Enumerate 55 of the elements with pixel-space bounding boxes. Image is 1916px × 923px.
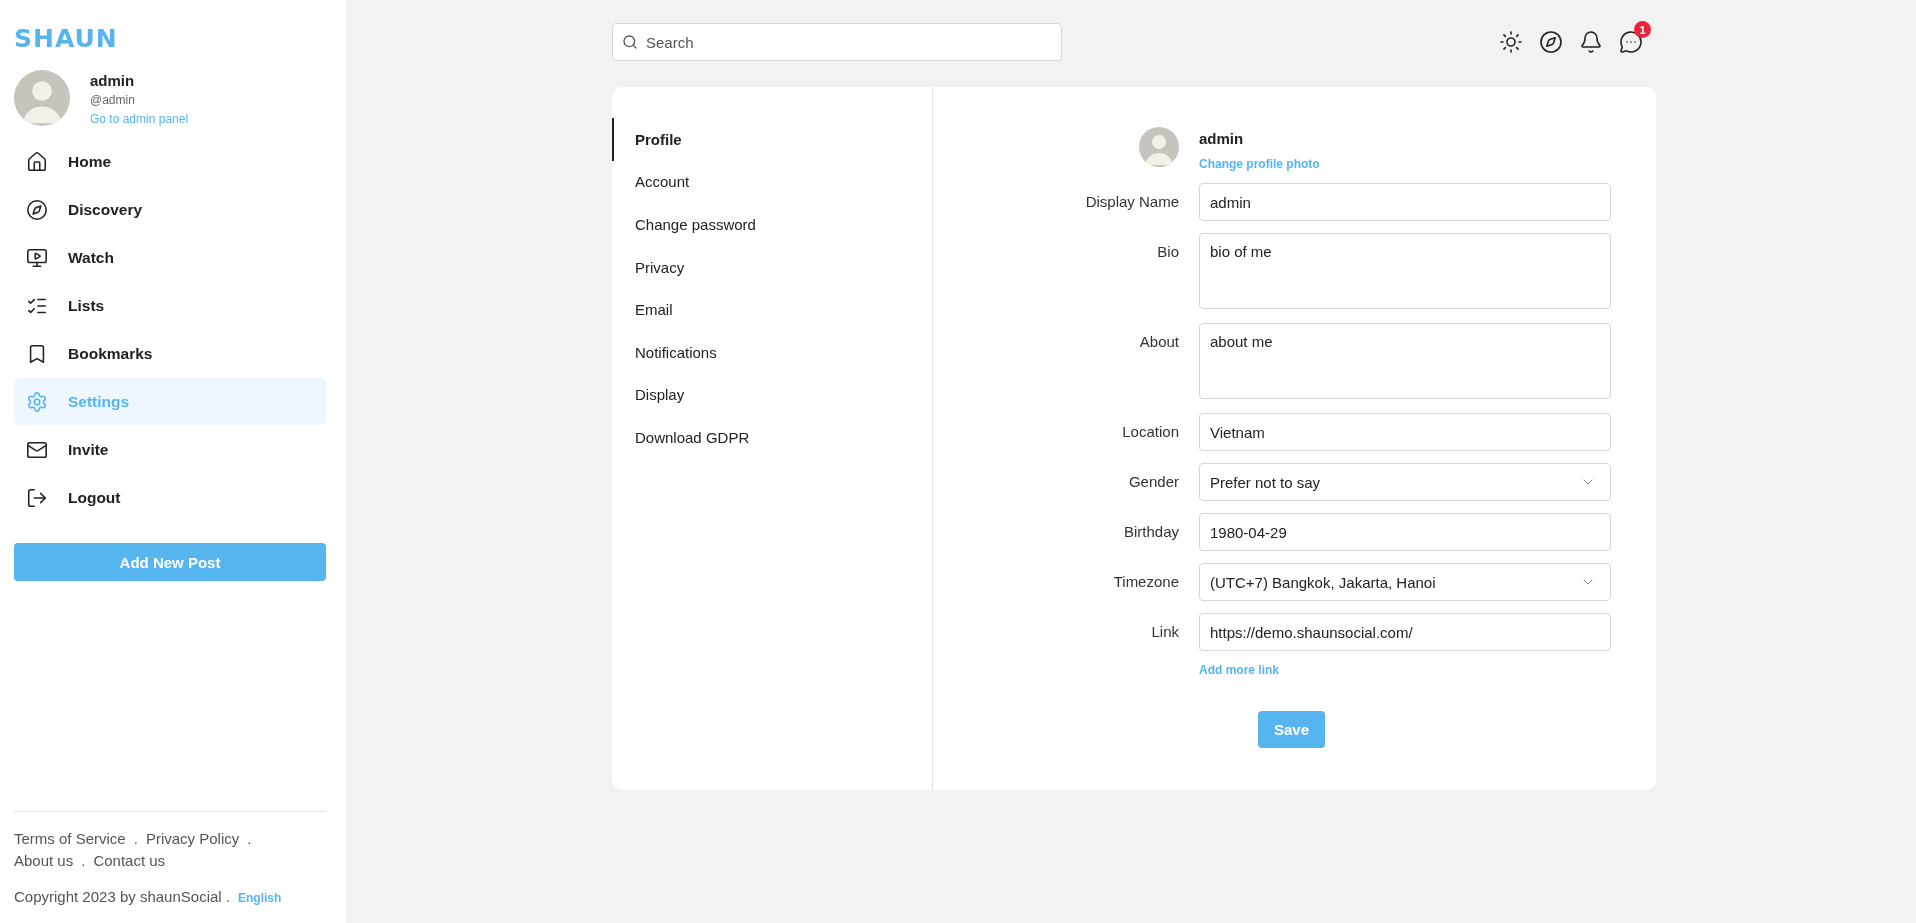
footer-link[interactable]: About us [14,850,74,872]
video-screen-icon [26,246,48,269]
avatar [1139,127,1179,167]
nav-item[interactable]: Invite [14,426,326,473]
compass-icon[interactable] [1539,30,1563,54]
field-label: About [1139,332,1179,350]
settings-menu-item[interactable]: Profile [612,118,932,161]
profile-name: admin [1199,129,1245,147]
separator-dot: . [247,829,252,849]
settings-menu-item[interactable]: Privacy [612,245,932,289]
field-label: Timezone [1113,572,1179,590]
home-icon [26,150,48,173]
nav-item[interactable]: Home [14,138,326,185]
nav-item[interactable]: Logout [14,474,326,521]
separator-dot: . [81,851,86,871]
footer-link[interactable]: Terms of Service [14,828,126,850]
field-label: Bio [1157,242,1179,260]
search-field[interactable]: Search [612,23,1062,61]
settings-menu-item[interactable]: Download GDPR [612,416,932,459]
field-label: Gender [1128,472,1179,490]
field-label: Birthday [1123,522,1179,540]
separator-dot: . [133,829,138,849]
text-field[interactable]: Vietnam [1199,413,1611,451]
dropdown[interactable]: Prefer not to say [1199,463,1611,501]
settings-menu-item[interactable]: Display [612,373,932,417]
dropdown[interactable]: (UTC+7) Bangkok, Jakarta, Hanoi [1199,563,1611,601]
compass-icon [26,198,48,221]
text-field[interactable]: 1980-04-29 [1199,513,1611,551]
field-label: Location [1122,422,1179,440]
text-area[interactable]: bio of me [1199,233,1611,309]
notification-badge: 1 [1634,21,1651,38]
settings-menu-item[interactable]: Notifications [612,330,932,374]
user-name: admin [90,72,136,89]
field-label: Link [1151,622,1179,640]
nav-item[interactable]: Bookmarks [14,330,326,377]
bell-icon[interactable] [1579,30,1603,54]
text-area[interactable]: about me [1199,323,1611,399]
logout-icon [26,486,48,509]
nav-item[interactable]: Watch [14,234,326,281]
search-icon [622,34,638,50]
copyright-text: Copyright 2023 by shaunSocial . [14,888,230,905]
nav-item[interactable]: Discovery [14,186,326,233]
nav-item[interactable]: Lists [14,282,326,329]
settings-menu-item[interactable]: Account [612,160,932,204]
sun-icon[interactable] [1499,30,1523,54]
avatar [14,70,70,126]
settings-menu-item[interactable]: Change password [612,203,932,246]
user-handle: @admin [90,93,136,107]
field-label: Display Name [1085,192,1179,210]
text-field[interactable]: https://demo.shaunsocial.com/ [1199,613,1611,651]
settings-icon [26,390,48,413]
settings-menu-item[interactable]: Email [612,288,932,331]
footer-link[interactable]: Privacy Policy [145,828,240,850]
footer-link[interactable]: Contact us [93,850,166,872]
text-field[interactable]: admin [1199,183,1611,221]
